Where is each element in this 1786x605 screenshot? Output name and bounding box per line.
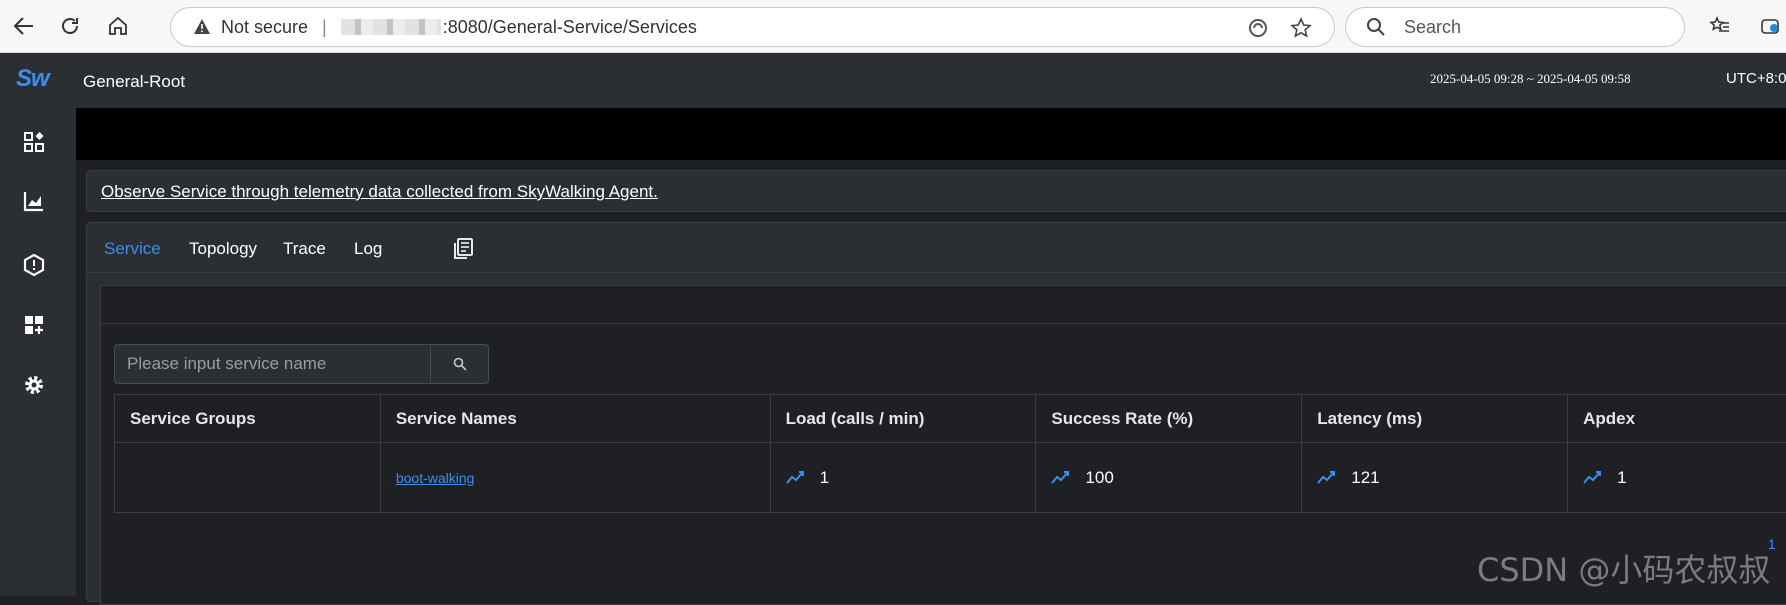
warning-triangle-icon	[193, 18, 213, 36]
watermark: CSDN @小码农叔叔	[1477, 545, 1770, 591]
search-icon	[1366, 17, 1386, 37]
table-header-row: Service Groups Service Names Load (calls…	[115, 395, 1786, 443]
home-icon	[107, 15, 129, 37]
app-header: General-Root 2025-04-05 09:28 ~ 2025-04-…	[76, 53, 1786, 108]
page-title: General-Root	[83, 72, 185, 92]
layer-description-link[interactable]: Observe Service through telemetry data c…	[101, 182, 658, 202]
back-button[interactable]	[8, 10, 40, 42]
table-row: boot-walking 1 100	[115, 443, 1786, 513]
favorite-star-icon[interactable]	[1289, 16, 1313, 40]
home-button[interactable]	[102, 10, 134, 42]
tab-topology[interactable]: Topology	[189, 239, 257, 259]
cell-load: 1	[770, 443, 1036, 513]
load-value: 1	[820, 468, 829, 488]
search-icon	[453, 357, 467, 371]
tab-trace[interactable]: Trace	[283, 239, 326, 259]
chart-icon[interactable]	[20, 187, 48, 215]
service-search	[114, 344, 489, 384]
service-table: Service Groups Service Names Load (calls…	[114, 394, 1786, 513]
header-latency: Latency (ms)	[1302, 395, 1568, 443]
latency-trend-icon[interactable]	[1317, 471, 1337, 485]
favorites-button[interactable]	[1704, 10, 1736, 42]
edge-refresh-icon[interactable]	[1246, 16, 1270, 40]
collections-icon	[1759, 15, 1781, 37]
browser-search-placeholder: Search	[1404, 17, 1461, 38]
skywalking-logo[interactable]: Sw	[16, 65, 49, 93]
service-name-link[interactable]: boot-walking	[396, 470, 475, 486]
add-widget-icon[interactable]	[20, 311, 48, 339]
header-apdex: Apdex	[1568, 395, 1786, 443]
search-button[interactable]	[431, 345, 488, 383]
alarm-shield-icon[interactable]	[20, 251, 48, 279]
header-load: Load (calls / min)	[770, 395, 1036, 443]
browser-search-box[interactable]: Search	[1345, 7, 1685, 47]
time-range-picker[interactable]: 2025-04-05 09:28 ~ 2025-04-05 09:58	[1430, 71, 1631, 87]
settings-gear-icon[interactable]	[20, 371, 48, 399]
header-service-groups: Service Groups	[115, 395, 381, 443]
panel-header	[101, 286, 1786, 324]
service-search-input[interactable]	[115, 345, 431, 383]
header-success-rate: Success Rate (%)	[1036, 395, 1302, 443]
apdex-trend-icon[interactable]	[1583, 471, 1603, 485]
address-bar[interactable]: Not secure | :8080/General-Service/Servi…	[170, 7, 1335, 47]
reload-icon	[59, 15, 81, 37]
timezone-label[interactable]: UTC+8:0	[1726, 70, 1786, 87]
dashboard-tabs: Service Topology Trace Log	[87, 223, 1786, 273]
url-text[interactable]: :8080/General-Service/Services	[443, 17, 697, 38]
security-label[interactable]: Not secure	[221, 17, 308, 38]
cell-service-group	[115, 443, 381, 513]
dashboard-icon[interactable]	[20, 128, 48, 156]
success-rate-value: 100	[1085, 468, 1113, 488]
redacted-host	[341, 19, 441, 35]
cell-success-rate: 100	[1036, 443, 1302, 513]
description-box: Observe Service through telemetry data c…	[86, 170, 1786, 212]
success-rate-trend-icon[interactable]	[1051, 471, 1071, 485]
header-band	[76, 108, 1786, 160]
collections-button[interactable]	[1754, 10, 1786, 42]
reload-button[interactable]	[54, 10, 86, 42]
cell-service-name: boot-walking	[380, 443, 770, 513]
latency-value: 121	[1351, 468, 1379, 488]
back-arrow-icon	[13, 15, 35, 37]
cell-apdex: 1	[1568, 443, 1786, 513]
address-separator: |	[322, 17, 327, 38]
cell-latency: 121	[1302, 443, 1568, 513]
load-trend-icon[interactable]	[786, 471, 806, 485]
tab-service[interactable]: Service	[104, 239, 161, 259]
tab-log[interactable]: Log	[354, 239, 382, 259]
copy-icon[interactable]	[453, 238, 473, 265]
browser-toolbar: Not secure | :8080/General-Service/Servi…	[0, 0, 1786, 53]
header-service-names: Service Names	[380, 395, 770, 443]
apdex-value: 1	[1617, 468, 1626, 488]
sidebar: Sw	[0, 53, 76, 596]
favorites-list-icon	[1709, 15, 1731, 37]
